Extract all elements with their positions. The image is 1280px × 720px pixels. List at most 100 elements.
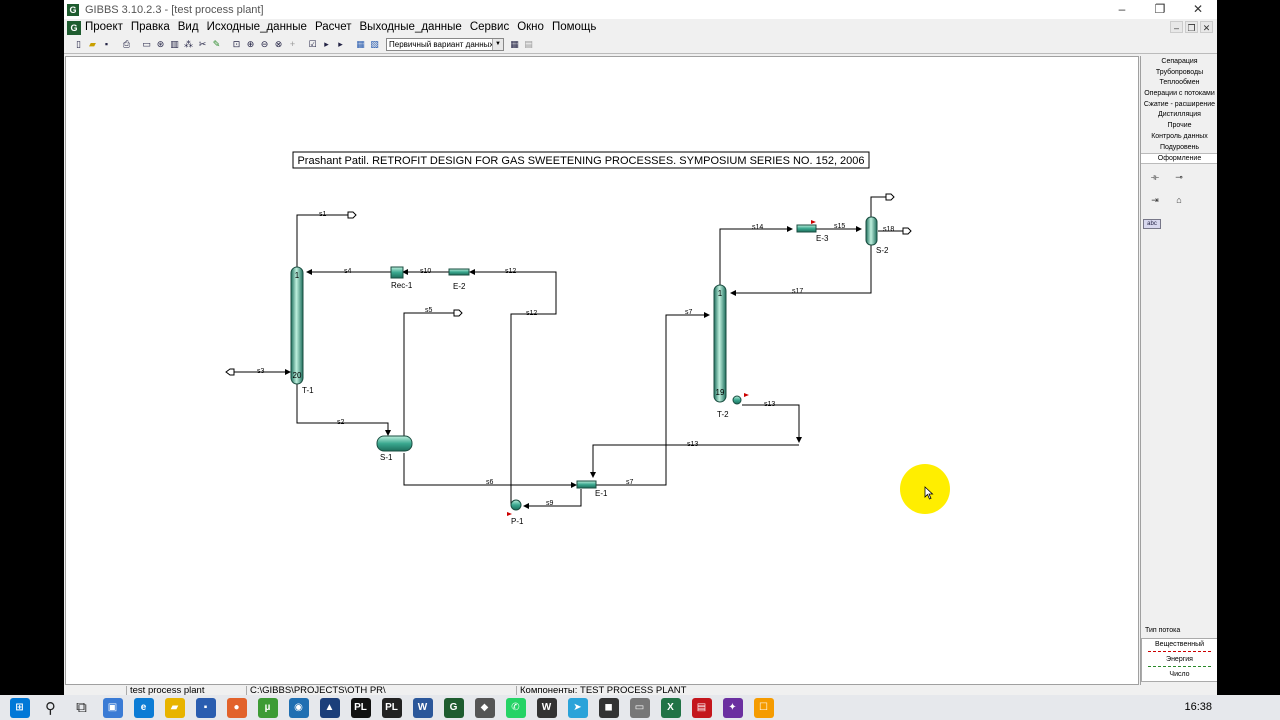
edge-icon[interactable]: e xyxy=(133,697,154,718)
stream-type-material[interactable]: Вещественный xyxy=(1142,639,1217,651)
category-other[interactable]: Прочие xyxy=(1141,121,1217,132)
report-icon[interactable]: ▧ xyxy=(368,38,381,51)
mdi-close-icon[interactable]: ✕ xyxy=(1200,21,1213,33)
app-icon-3[interactable]: ◆ xyxy=(474,697,495,718)
category-decoration[interactable]: Оформление xyxy=(1141,153,1217,164)
connector-tool-icon[interactable]: ⊸ xyxy=(1173,172,1185,182)
menu-edit[interactable]: Правка xyxy=(127,19,174,36)
menu-calculate[interactable]: Расчет xyxy=(311,19,356,36)
app-icon-6[interactable]: ▭ xyxy=(629,697,650,718)
save-app-icon[interactable]: ▪ xyxy=(195,697,216,718)
app-icon-5[interactable]: ◼ xyxy=(598,697,619,718)
flowsheet-canvas[interactable]: Prashant Patil. RETROFIT DESIGN FOR GAS … xyxy=(65,56,1139,685)
excel-icon[interactable]: X xyxy=(660,697,681,718)
property-icon[interactable]: ⁂ xyxy=(182,38,195,51)
column-t1[interactable] xyxy=(290,266,304,385)
stream-icon[interactable]: ▭ xyxy=(140,38,153,51)
arrow-tool-icon[interactable]: ⇥ xyxy=(1149,195,1161,205)
line-tool-icon[interactable]: ⟛ xyxy=(1149,172,1161,182)
file-explorer-icon[interactable]: ▰ xyxy=(164,697,185,718)
menu-help[interactable]: Помощь xyxy=(548,19,600,36)
pl-app-icon[interactable]: PL xyxy=(350,697,371,718)
add-icon[interactable]: + xyxy=(286,38,299,51)
chart-icon[interactable]: ▥ xyxy=(168,38,181,51)
grid-icon[interactable]: ▦ xyxy=(508,38,521,51)
pdf-icon[interactable]: ▤ xyxy=(691,697,712,718)
category-compression-expansion[interactable]: Сжатие - расширение xyxy=(1141,100,1217,111)
run-step-icon[interactable]: ▸ xyxy=(334,38,347,51)
stream-s13-return-line[interactable] xyxy=(590,444,799,478)
stream-s5-line[interactable] xyxy=(403,312,454,437)
chevron-down-icon[interactable]: ▼ xyxy=(492,39,503,50)
app-icon-7[interactable]: ✦ xyxy=(722,697,743,718)
zoom-in-icon[interactable]: ⊕ xyxy=(244,38,257,51)
exchanger-e1[interactable] xyxy=(576,480,597,489)
exchanger-e2[interactable] xyxy=(448,268,470,276)
open-folder-icon[interactable]: ▰ xyxy=(86,38,99,51)
stream-type-energy[interactable]: Энергия xyxy=(1142,654,1217,666)
stream-s7-line[interactable] xyxy=(596,312,710,486)
text-tool-icon[interactable]: abc xyxy=(1143,219,1161,229)
vessel-tool-icon[interactable]: ⌂ xyxy=(1173,195,1185,205)
new-file-icon[interactable]: ▯ xyxy=(72,38,85,51)
gibbs-taskbar-icon[interactable]: G xyxy=(443,697,464,718)
table-icon[interactable]: ▤ xyxy=(522,38,535,51)
mdi-restore-icon[interactable]: ❐ xyxy=(1185,21,1198,33)
app-icon-4[interactable]: W xyxy=(536,697,557,718)
category-stream-operations[interactable]: Операции с потоками xyxy=(1141,89,1217,100)
component-icon[interactable]: ⊛ xyxy=(154,38,167,51)
category-data-control[interactable]: Контроль данных xyxy=(1141,132,1217,143)
category-sublevel[interactable]: Подуровень xyxy=(1141,143,1217,154)
save-icon[interactable]: ▪ xyxy=(100,38,113,51)
pump-p1[interactable] xyxy=(510,499,522,511)
stream-s14-line[interactable] xyxy=(719,226,793,285)
stream-type-number[interactable]: Число xyxy=(1142,669,1217,681)
close-icon[interactable]: ✕ xyxy=(1179,0,1217,19)
column-t2[interactable] xyxy=(713,284,727,403)
stream-s2-top-line[interactable] xyxy=(870,196,886,217)
zoom-reset-icon[interactable]: ⊗ xyxy=(272,38,285,51)
check-icon[interactable]: ☑ xyxy=(306,38,319,51)
print-icon[interactable]: ⎙ xyxy=(120,38,133,51)
category-separation[interactable]: Сепарация xyxy=(1141,57,1217,68)
menu-input-data[interactable]: Исходные_данные xyxy=(203,19,311,36)
telegram-icon[interactable]: ➤ xyxy=(567,697,588,718)
mdi-minimize-icon[interactable]: – xyxy=(1170,21,1183,33)
gibbs-logo-icon[interactable]: G xyxy=(67,3,79,16)
pl-app-icon-2[interactable]: PL xyxy=(381,697,402,718)
category-pipelines[interactable]: Трубопроводы xyxy=(1141,68,1217,79)
word-icon[interactable]: W xyxy=(412,697,433,718)
stream-s1-line[interactable] xyxy=(296,214,348,267)
category-distillation[interactable]: Дистилляция xyxy=(1141,110,1217,121)
whatsapp-icon[interactable]: ✆ xyxy=(505,697,526,718)
task-view-icon[interactable]: ⧉ xyxy=(72,698,92,718)
results-icon[interactable]: ▦ xyxy=(354,38,367,51)
restore-icon[interactable]: ❐ xyxy=(1141,0,1179,19)
document-icon[interactable]: G xyxy=(67,20,81,35)
app-icon-8[interactable]: ☐ xyxy=(753,697,774,718)
menu-window[interactable]: Окно xyxy=(513,19,548,36)
app-icon-2[interactable]: ◉ xyxy=(288,697,309,718)
virtualbox-icon[interactable]: ▲ xyxy=(319,697,340,718)
firefox-icon[interactable]: ● xyxy=(226,697,247,718)
exchanger-e3[interactable] xyxy=(796,224,817,233)
windows-start-icon[interactable]: ⊞ xyxy=(9,697,30,718)
menu-view[interactable]: Вид xyxy=(174,19,203,36)
app-icon-1[interactable]: ▣ xyxy=(102,697,123,718)
minimize-icon[interactable]: – xyxy=(1103,0,1141,19)
tools-icon[interactable]: ✂ xyxy=(196,38,209,51)
stream-s13-line[interactable] xyxy=(742,404,802,443)
pencil-icon[interactable]: ✎ xyxy=(210,38,223,51)
utorrent-icon[interactable]: µ xyxy=(257,697,278,718)
recycle-rec1[interactable] xyxy=(390,266,404,279)
dataset-select[interactable]: Первичный вариант данных ▼ xyxy=(386,38,504,51)
search-icon[interactable]: ⚲ xyxy=(41,698,61,718)
stream-s17-line[interactable] xyxy=(730,245,872,296)
category-heat-exchange[interactable]: Теплообмен xyxy=(1141,78,1217,89)
separator-s2[interactable] xyxy=(865,216,878,246)
reboiler-t2-icon[interactable] xyxy=(732,395,742,405)
menu-project[interactable]: Проект xyxy=(81,19,127,36)
menu-output-data[interactable]: Выходные_данные xyxy=(356,19,466,36)
zoom-out-icon[interactable]: ⊖ xyxy=(258,38,271,51)
run-icon[interactable]: ▸ xyxy=(320,38,333,51)
